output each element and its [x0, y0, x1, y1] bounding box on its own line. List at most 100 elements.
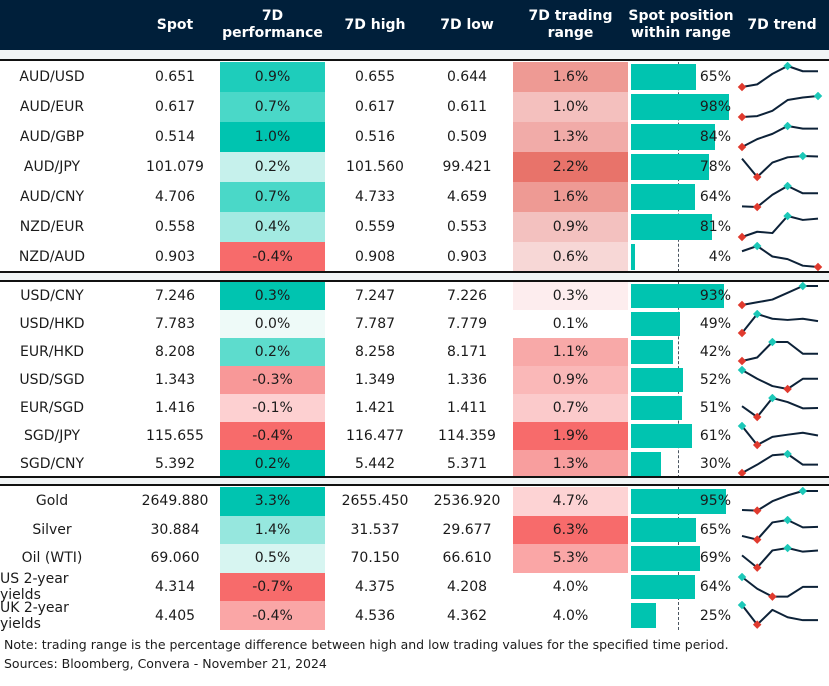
trend-high-marker: [783, 515, 792, 524]
spot-value: 5.392: [154, 456, 196, 472]
low-value: 1.411: [446, 400, 488, 416]
instrument-label: EUR/SGD: [19, 400, 85, 416]
table-row: SGD/JPY 115.655 -0.4% 116.477 114.359 1.9% 61%: [0, 422, 829, 450]
table-row: NZD/EUR 0.558 0.4% 0.559 0.553 0.9% 81%: [0, 212, 829, 242]
high-value: 0.655: [354, 69, 396, 85]
instrument-label: AUD/GBP: [19, 129, 85, 145]
trend-sparkline: [741, 182, 818, 212]
header-spot: Spot: [156, 16, 194, 33]
trend-sparkline-cell: [736, 92, 828, 122]
trend-line: [741, 245, 819, 268]
trend-low-marker: [737, 142, 747, 152]
table-row: AUD/CNY 4.706 0.7% 4.733 4.659 1.6% 64%: [0, 182, 829, 212]
spot-position-bar: [631, 184, 695, 210]
trend-line: [741, 215, 819, 238]
performance-value: 0.0%: [220, 310, 325, 338]
instrument-label: Gold: [35, 493, 69, 510]
low-value: 0.644: [446, 69, 488, 85]
spot-position-label: 65%: [699, 69, 731, 85]
trend-sparkline-cell: [736, 122, 828, 152]
instrument-label: NZD/AUD: [18, 249, 86, 265]
footer-note: Note: trading range is the percentage di…: [4, 637, 729, 652]
trend-line: [741, 547, 819, 569]
trend-sparkline: [737, 122, 818, 152]
header-7d-trading-range: 7D trading range: [528, 8, 613, 41]
spot-value: 2649.880: [141, 493, 209, 510]
performance-value: 1.0%: [220, 122, 325, 152]
trend-sparkline-cell: [736, 515, 828, 545]
trend-line: [741, 125, 818, 148]
instrument-label: USD/CNY: [20, 288, 84, 304]
low-value: 99.421: [442, 159, 492, 175]
trading-range-value: 6.3%: [513, 515, 628, 545]
high-value: 2655.450: [341, 493, 409, 510]
header-7d-low: 7D low: [440, 16, 494, 33]
trend-high-marker: [783, 544, 792, 553]
spot-position-bar: [631, 452, 661, 476]
spot-value: 115.655: [146, 428, 204, 444]
spot-position-bar: [631, 312, 680, 336]
trend-sparkline-cell: [736, 310, 828, 338]
trend-line: [741, 285, 818, 306]
spot-position-label: 81%: [699, 219, 731, 235]
low-value: 114.359: [438, 428, 496, 444]
trading-range-value: 1.3%: [513, 122, 628, 152]
header-7d-high: 7D high: [344, 16, 406, 33]
spot-position-label: 65%: [699, 521, 731, 538]
footer-sources: Sources: Bloomberg, Convera - November 2…: [4, 656, 327, 671]
high-value: 0.516: [354, 129, 396, 145]
trading-range-value: 0.3%: [513, 282, 628, 310]
trading-range-value: 5.3%: [513, 544, 628, 573]
spot-value: 101.079: [146, 159, 204, 175]
spot-position-bar: [631, 603, 656, 628]
table-row: USD/CNY 7.246 0.3% 7.247 7.226 0.3% 93%: [0, 282, 829, 310]
instrument-label: Oil (WTI): [21, 550, 83, 567]
spot-position-bar: [631, 64, 696, 90]
table-row: EUR/HKD 8.208 0.2% 8.258 8.171 1.1% 42%: [0, 338, 829, 366]
trading-range-value: 0.7%: [513, 394, 628, 422]
spot-position-label: 52%: [699, 372, 731, 388]
table-row: NZD/AUD 0.903 -0.4% 0.908 0.903 0.6% 4%: [0, 242, 829, 272]
trend-sparkline-cell: [736, 182, 828, 212]
spot-position-cell: 98%: [631, 92, 731, 122]
trend-high-marker: [798, 487, 808, 496]
spot-value: 0.617: [154, 99, 196, 115]
trend-sparkline-cell: [736, 394, 828, 422]
trend-low-marker: [813, 262, 823, 272]
spot-position-label: 61%: [699, 428, 731, 444]
spot-position-bar: [631, 574, 695, 600]
low-value: 7.779: [446, 316, 488, 332]
trend-sparkline-cell: [736, 62, 828, 92]
trend-sparkline-cell: [736, 601, 828, 630]
divider: [0, 476, 829, 478]
header-instrument: [0, 0, 104, 50]
performance-value: 0.5%: [220, 544, 325, 573]
performance-value: 3.3%: [220, 487, 325, 516]
trend-sparkline: [741, 152, 819, 182]
low-value: 8.171: [446, 344, 488, 360]
trend-sparkline: [737, 601, 818, 630]
trading-range-value: 2.2%: [513, 152, 628, 182]
spot-position-cell: 61%: [631, 422, 731, 450]
trend-sparkline: [741, 242, 823, 272]
table-row: Oil (WTI) 69.060 0.5% 70.150 66.610 5.3% 69%: [0, 544, 829, 573]
spot-position-label: 25%: [699, 607, 731, 624]
high-value: 31.537: [350, 521, 400, 538]
spot-position-cell: 49%: [631, 310, 731, 338]
spot-value: 4.314: [154, 579, 196, 596]
high-value: 0.617: [354, 99, 396, 115]
table-row: Gold 2649.880 3.3% 2655.450 2536.920 4.7% 95%: [0, 487, 829, 516]
spot-value: 7.783: [154, 316, 196, 332]
trend-line: [741, 341, 818, 362]
trend-line: [741, 425, 819, 446]
spot-value: 0.558: [154, 219, 196, 235]
table-row: AUD/GBP 0.514 1.0% 0.516 0.509 1.3% 84%: [0, 122, 829, 152]
trend-line: [741, 604, 818, 626]
header-7d-trend: 7D trend: [747, 16, 817, 33]
instrument-label: USD/SGD: [19, 372, 85, 388]
spot-position-label: 78%: [699, 159, 731, 175]
spot-value: 4.405: [154, 607, 196, 624]
trading-range-value: 1.6%: [513, 182, 628, 212]
high-value: 116.477: [346, 428, 404, 444]
high-value: 101.560: [346, 159, 404, 175]
